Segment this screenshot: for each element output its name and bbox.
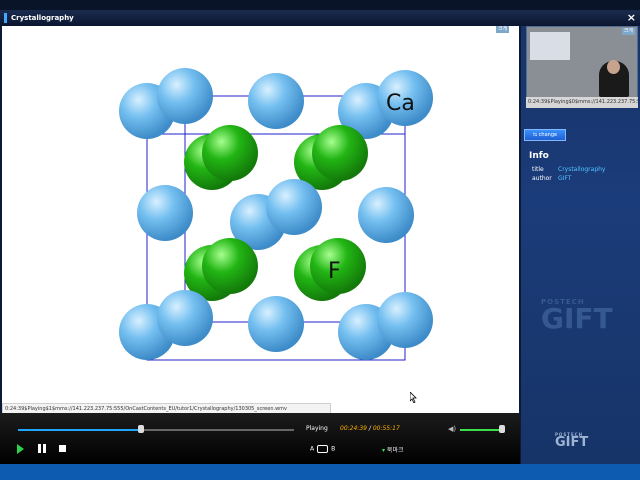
f-atom bbox=[202, 125, 258, 181]
b-point-label: B bbox=[331, 445, 336, 453]
info-value: GIFT bbox=[558, 175, 572, 182]
title-marker bbox=[4, 13, 7, 23]
info-row-author: author GIFT bbox=[532, 175, 571, 182]
bottom-bar bbox=[0, 464, 640, 480]
f-atom bbox=[312, 125, 368, 181]
ab-repeat[interactable]: AB bbox=[310, 445, 335, 453]
change-button-label: change bbox=[538, 132, 558, 138]
speaker-head bbox=[607, 60, 620, 74]
ca-label: Ca bbox=[386, 91, 415, 116]
speaker-icon[interactable]: ◀) bbox=[448, 425, 456, 433]
ca-atom bbox=[248, 296, 304, 352]
current-time: 00:24:39 bbox=[340, 425, 367, 432]
ca-atom bbox=[358, 187, 414, 243]
side-panel: 크게 0:24:39$Playing$0$mms://141.223.237.7… bbox=[521, 26, 640, 464]
play-icon[interactable] bbox=[17, 444, 24, 454]
volume-level bbox=[460, 429, 502, 431]
mouse-cursor-icon bbox=[410, 392, 417, 403]
ca-atom bbox=[157, 290, 213, 346]
seek-bar[interactable] bbox=[18, 425, 294, 433]
f-atom bbox=[202, 238, 258, 294]
close-icon[interactable]: × bbox=[627, 10, 636, 26]
crystal-structure: Ca F bbox=[119, 68, 433, 361]
playback-state: Playing bbox=[306, 425, 328, 432]
slide-area: Ca F 크게 bbox=[2, 26, 519, 413]
total-time: 00:55:17 bbox=[372, 425, 400, 432]
video-status-bar: 0:24:39$Playing$0$mms://141.223.237.75:5 bbox=[526, 97, 638, 108]
speaker-video: 크게 bbox=[526, 26, 638, 98]
ca-atom bbox=[377, 292, 433, 348]
a-point-label: A bbox=[310, 445, 315, 453]
ca-atom bbox=[248, 73, 304, 129]
stop-icon[interactable] bbox=[59, 445, 66, 452]
bookmark-label: 북마크 bbox=[386, 447, 404, 454]
volume-thumb[interactable] bbox=[498, 425, 505, 433]
loop-icon[interactable] bbox=[317, 445, 329, 453]
projector-screen bbox=[530, 32, 570, 60]
ca-atom bbox=[137, 185, 193, 241]
logo-line2: GIFT bbox=[555, 435, 589, 450]
top-strip bbox=[0, 0, 640, 10]
seek-thumb[interactable] bbox=[138, 425, 145, 433]
title-bar: Crystallography × bbox=[0, 10, 640, 26]
info-heading: Info bbox=[529, 151, 549, 161]
enlarge-video-button[interactable]: 크게 bbox=[621, 28, 635, 35]
bookmark-button[interactable]: ▾ 북마크 bbox=[382, 445, 403, 454]
gift-logo: POSTECH GIFT bbox=[555, 432, 588, 449]
time-separator: / bbox=[368, 425, 371, 432]
window-title: Crystallography bbox=[11, 14, 74, 22]
seek-progress bbox=[18, 429, 142, 431]
info-key: title bbox=[532, 166, 544, 173]
info-value: Crystallography bbox=[558, 166, 606, 173]
player-controls: Playing 00:24:39 / 00:55:17 ◀) AB ▾ 북마크 bbox=[0, 413, 520, 464]
gift-watermark: POSTECH GIFT bbox=[541, 298, 613, 335]
change-button[interactable]: ⇆ change bbox=[524, 129, 566, 141]
pause-icon[interactable] bbox=[38, 444, 46, 453]
watermark-line2: GIFT bbox=[541, 302, 613, 335]
enlarge-slide-button[interactable]: 크게 bbox=[496, 26, 510, 33]
time-readout: 00:24:39 / 00:55:17 bbox=[340, 425, 400, 432]
ca-atom bbox=[157, 68, 213, 124]
info-row-title: title Crystallography bbox=[532, 166, 605, 173]
info-key: author bbox=[532, 175, 552, 182]
volume-slider[interactable] bbox=[460, 425, 505, 433]
ca-atom bbox=[266, 179, 322, 235]
f-label: F bbox=[328, 259, 341, 284]
